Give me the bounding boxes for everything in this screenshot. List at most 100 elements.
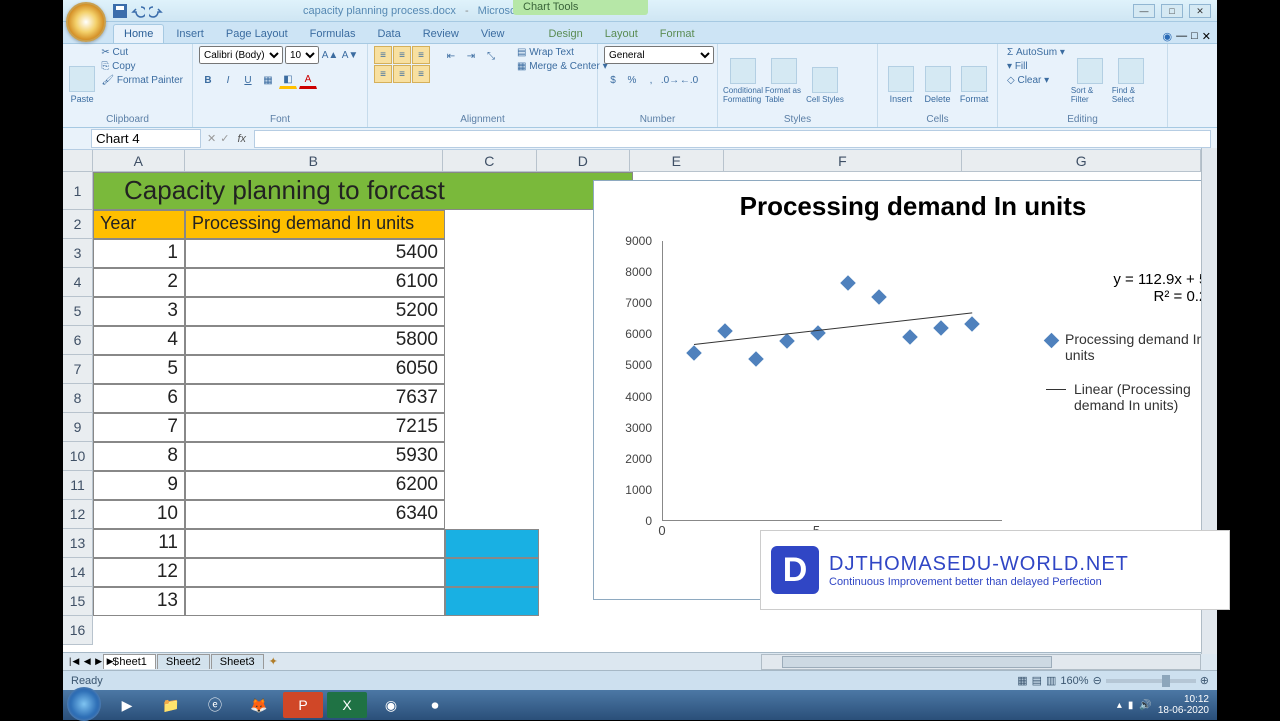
task-powerpoint-icon[interactable]: P: [283, 692, 323, 718]
align-mid-right-icon[interactable]: ≡: [412, 65, 430, 83]
sheet-tab-3[interactable]: Sheet3: [211, 654, 264, 669]
view-normal-icon[interactable]: ▦: [1017, 674, 1027, 687]
wrap-text-button[interactable]: ▤ Wrap Text: [514, 46, 611, 59]
sort-filter-button[interactable]: Sort & Filter: [1071, 46, 1109, 104]
increase-decimal-icon[interactable]: .0→: [661, 71, 679, 89]
fill-color-icon[interactable]: ◧: [279, 71, 297, 89]
cell-forecast-11[interactable]: [445, 529, 539, 558]
cancel-formula-icon[interactable]: ✕: [207, 132, 216, 145]
cell-year-9[interactable]: 9: [93, 471, 185, 500]
tab-design[interactable]: Design: [538, 25, 592, 43]
conditional-formatting-button[interactable]: Conditional Formatting: [724, 46, 762, 104]
start-button[interactable]: [67, 687, 101, 721]
tab-view[interactable]: View: [471, 25, 515, 43]
tab-home[interactable]: Home: [113, 24, 164, 43]
col-G[interactable]: G: [962, 150, 1201, 171]
cut-button[interactable]: ✂ Cut: [98, 46, 186, 59]
tab-layout[interactable]: Layout: [595, 25, 648, 43]
task-firefox-icon[interactable]: 🦊: [239, 692, 279, 718]
row-7[interactable]: 7: [63, 355, 93, 384]
ribbon-close-icon[interactable]: ✕: [1202, 30, 1211, 43]
insert-cells-button[interactable]: Insert: [884, 46, 918, 104]
decrease-decimal-icon[interactable]: ←.0: [680, 71, 698, 89]
find-select-button[interactable]: Find & Select: [1112, 46, 1150, 104]
row-12[interactable]: 12: [63, 500, 93, 529]
cell-year-4[interactable]: 4: [93, 326, 185, 355]
increase-indent-icon[interactable]: ⇥: [462, 47, 480, 65]
cell-year-7[interactable]: 7: [93, 413, 185, 442]
row-13[interactable]: 13: [63, 529, 93, 558]
minimize-button[interactable]: —: [1133, 4, 1155, 18]
cell-demand-12[interactable]: [185, 558, 445, 587]
zoom-slider[interactable]: [1106, 679, 1196, 683]
cell-forecast-12[interactable]: [445, 558, 539, 587]
close-button[interactable]: ✕: [1189, 4, 1211, 18]
col-D[interactable]: D: [537, 150, 631, 171]
undo-icon[interactable]: [131, 4, 145, 18]
task-picasa-icon[interactable]: ◉: [371, 692, 411, 718]
cell-year-5[interactable]: 5: [93, 355, 185, 384]
row-2[interactable]: 2: [63, 210, 93, 239]
maximize-button[interactable]: □: [1161, 4, 1183, 18]
ribbon-restore-icon[interactable]: □: [1191, 30, 1198, 43]
cell-demand-header[interactable]: Processing demand In units: [185, 210, 445, 239]
task-wmp-icon[interactable]: ▶: [107, 692, 147, 718]
decrease-indent-icon[interactable]: ⇤: [442, 47, 460, 65]
format-table-button[interactable]: Format as Table: [765, 46, 803, 104]
italic-button[interactable]: I: [219, 71, 237, 89]
new-sheet-icon[interactable]: ✦: [269, 655, 278, 668]
cell-demand-9[interactable]: 6200: [185, 471, 445, 500]
tab-insert[interactable]: Insert: [166, 25, 214, 43]
title-cell[interactable]: Capacity planning to forcast: [93, 172, 633, 210]
col-A[interactable]: A: [93, 150, 185, 171]
cell-styles-button[interactable]: Cell Styles: [806, 46, 844, 104]
font-color-icon[interactable]: A: [299, 71, 317, 89]
help-icon[interactable]: ◉: [1163, 30, 1173, 43]
cell-demand-11[interactable]: [185, 529, 445, 558]
zoom-in-icon[interactable]: ⊕: [1200, 674, 1209, 687]
row-3[interactable]: 3: [63, 239, 93, 268]
delete-cells-button[interactable]: Delete: [921, 46, 955, 104]
tab-page-layout[interactable]: Page Layout: [216, 25, 298, 43]
paste-button[interactable]: Paste: [69, 46, 95, 104]
sheet-tab-2[interactable]: Sheet2: [157, 654, 210, 669]
grow-font-icon[interactable]: A▲: [321, 46, 339, 64]
formula-bar[interactable]: [254, 130, 1211, 148]
format-painter-button[interactable]: 🖌 Format Painter: [98, 74, 186, 87]
autosum-button[interactable]: Σ AutoSum ▾: [1004, 46, 1068, 59]
col-B[interactable]: B: [185, 150, 444, 171]
row-15[interactable]: 15: [63, 587, 93, 616]
row-6[interactable]: 6: [63, 326, 93, 355]
merge-center-button[interactable]: ▦ Merge & Center ▾: [514, 60, 611, 73]
cell-demand-10[interactable]: 6340: [185, 500, 445, 529]
row-11[interactable]: 11: [63, 471, 93, 500]
shrink-font-icon[interactable]: A▼: [341, 46, 359, 64]
taskbar-clock[interactable]: 10:1218-06-2020: [1158, 694, 1209, 716]
redo-icon[interactable]: [149, 4, 163, 18]
font-size-select[interactable]: 10: [285, 46, 319, 64]
col-F[interactable]: F: [724, 150, 963, 171]
cell-demand-4[interactable]: 5800: [185, 326, 445, 355]
cell-year-13[interactable]: 13: [93, 587, 185, 616]
cell-year-header[interactable]: Year: [93, 210, 185, 239]
tab-formulas[interactable]: Formulas: [300, 25, 366, 43]
zoom-level[interactable]: 160%: [1060, 675, 1088, 687]
cell-demand-1[interactable]: 5400: [185, 239, 445, 268]
cell-demand-2[interactable]: 6100: [185, 268, 445, 297]
row-16[interactable]: 16: [63, 616, 93, 645]
cell-demand-13[interactable]: [185, 587, 445, 616]
enter-formula-icon[interactable]: ✓: [220, 132, 229, 145]
view-layout-icon[interactable]: ▤: [1032, 674, 1042, 687]
tray-network-icon[interactable]: ▮: [1128, 700, 1134, 711]
row-1[interactable]: 1: [63, 172, 93, 210]
tab-review[interactable]: Review: [413, 25, 469, 43]
row-5[interactable]: 5: [63, 297, 93, 326]
task-screenrec-icon[interactable]: ⏺: [415, 692, 455, 718]
row-8[interactable]: 8: [63, 384, 93, 413]
fill-button[interactable]: ▾ Fill: [1004, 60, 1068, 73]
clear-button[interactable]: ◇ Clear ▾: [1004, 74, 1068, 87]
cell-demand-8[interactable]: 5930: [185, 442, 445, 471]
zoom-out-icon[interactable]: ⊖: [1093, 674, 1102, 687]
format-cells-button[interactable]: Format: [957, 46, 991, 104]
border-icon[interactable]: ▦: [259, 71, 277, 89]
